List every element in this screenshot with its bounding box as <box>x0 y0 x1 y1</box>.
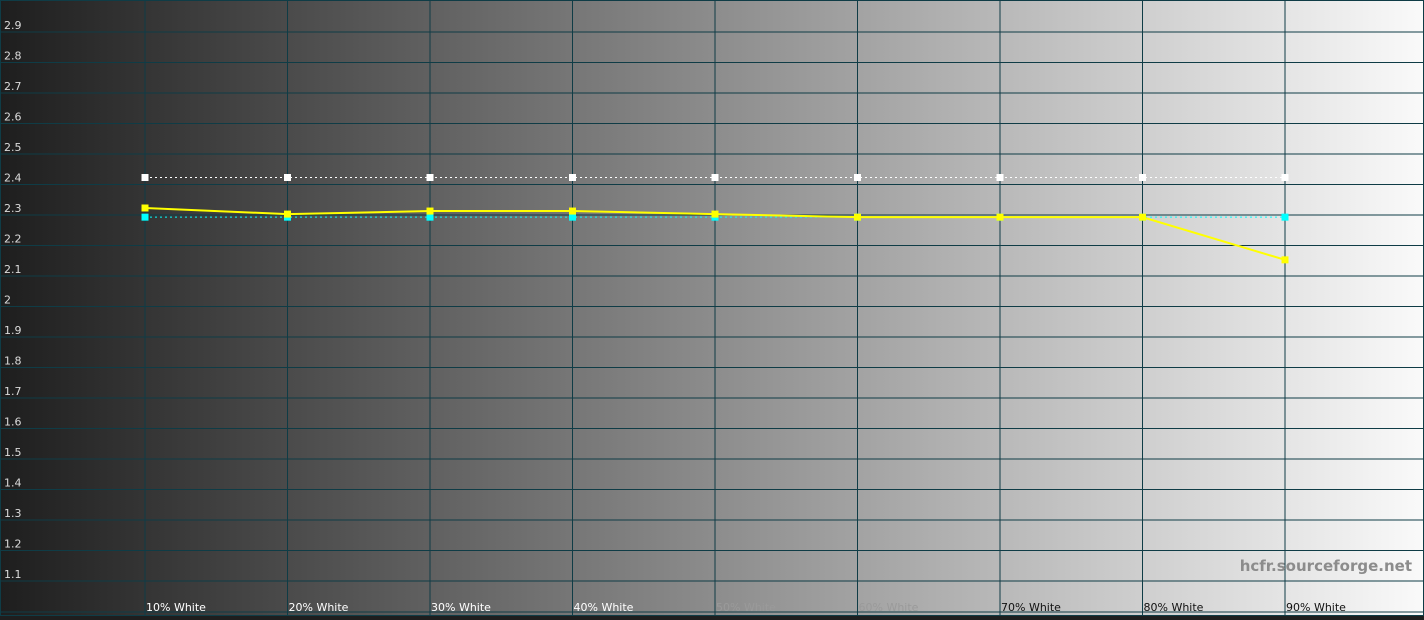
y-tick-label: 2.3 <box>4 202 22 215</box>
target-series-point <box>996 174 1004 181</box>
x-tick-label: 70% White <box>1001 601 1061 614</box>
reference-series-point <box>1281 213 1289 221</box>
target-series-point <box>854 174 861 181</box>
gamma-series-point <box>1281 256 1289 264</box>
gamma-chart-svg: 1.1 1.2 1.3 1.4 1.5 1.6 1.7 1.8 1.9 2 2.1 2.2 2.3 2.4… <box>0 0 1424 616</box>
target-series-point <box>426 174 434 181</box>
watermark-annotation: hcfr.sourceforge.net <box>1240 557 1412 575</box>
y-tick-label: 2.5 <box>4 141 22 154</box>
reference-series-point <box>426 213 434 221</box>
x-tick-label: 10% White <box>146 601 206 614</box>
gamma-series-point <box>711 210 719 218</box>
x-tick-label: 50% White <box>716 601 776 614</box>
gamma-series-point <box>854 213 861 221</box>
gamma-chart: 1.1 1.2 1.3 1.4 1.5 1.6 1.7 1.8 1.9 2 2.1 2.2 2.3 2.4… <box>0 0 1424 616</box>
y-tick-label: 1.9 <box>4 324 22 337</box>
target-series-point <box>141 174 149 181</box>
y-tick-label: 2.8 <box>4 50 22 63</box>
x-axis-ticks: 10% White 20% White 30% White 40% White 50% … <box>146 601 1346 614</box>
plot-background <box>0 0 1424 616</box>
gamma-series-point <box>141 204 149 212</box>
reference-series-point <box>141 213 149 221</box>
reference-series-point <box>569 213 576 221</box>
y-tick-label: 1.4 <box>4 477 22 490</box>
y-tick-label: 1.2 <box>4 538 22 551</box>
y-tick-label: 1.6 <box>4 416 22 429</box>
y-tick-label: 2.7 <box>4 80 22 93</box>
y-tick-label: 2 <box>4 294 11 307</box>
y-tick-label: 2.1 <box>4 263 22 276</box>
target-series-point <box>1139 174 1146 181</box>
y-tick-label: 1.1 <box>4 568 22 581</box>
target-series-point <box>569 174 576 181</box>
x-tick-label: 80% White <box>1144 601 1204 614</box>
gamma-series-point <box>426 207 434 215</box>
y-tick-label: 1.5 <box>4 446 22 459</box>
gamma-series-point <box>284 210 291 218</box>
target-series-point <box>1281 174 1289 181</box>
gamma-series-point <box>996 213 1004 221</box>
y-tick-label: 2.2 <box>4 233 22 246</box>
y-tick-label: 2.6 <box>4 111 22 124</box>
y-tick-label: 2.9 <box>4 19 22 32</box>
y-tick-label: 1.8 <box>4 355 22 368</box>
y-tick-label: 2.4 <box>4 172 22 185</box>
x-tick-label: 30% White <box>431 601 491 614</box>
x-tick-label: 20% White <box>289 601 349 614</box>
target-series-point <box>711 174 719 181</box>
y-tick-label: 1.3 <box>4 507 22 520</box>
y-tick-label: 1.7 <box>4 385 22 398</box>
x-tick-label: 40% White <box>574 601 634 614</box>
x-tick-label: 90% White <box>1286 601 1346 614</box>
target-series-point <box>284 174 291 181</box>
gamma-series-point <box>1139 213 1146 221</box>
x-tick-label: 60% White <box>859 601 919 614</box>
gamma-series-point <box>569 207 576 215</box>
